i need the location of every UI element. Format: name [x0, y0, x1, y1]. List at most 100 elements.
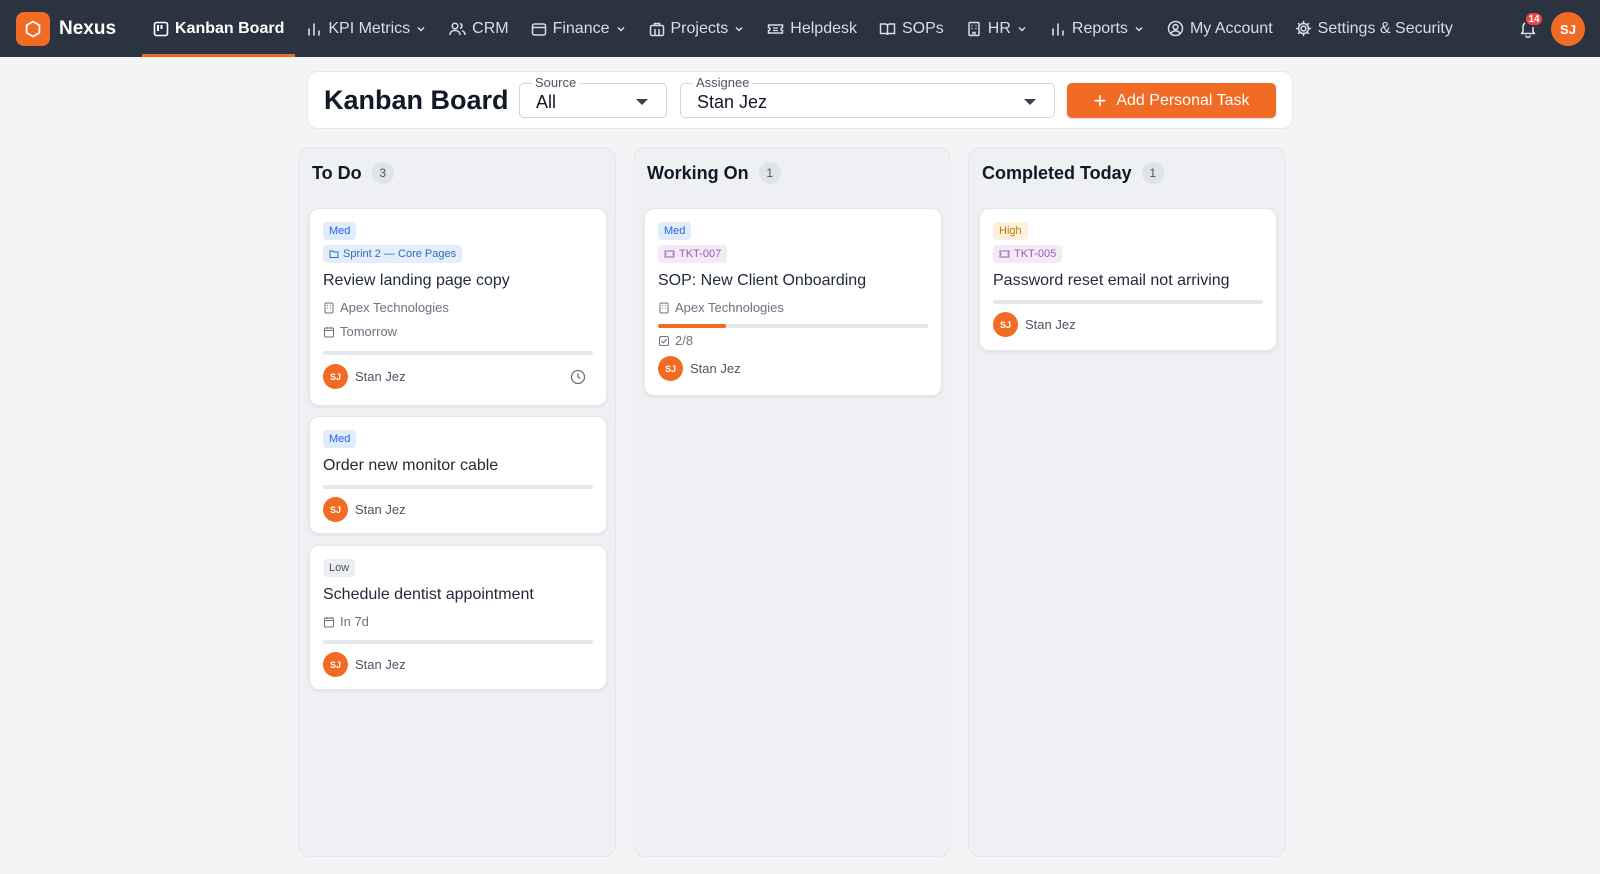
column-to-do: To Do 3 Med Sprint 2 — Core Pages Review…: [298, 147, 616, 857]
top-nav: Nexus Kanban Board KPI Metrics CRM Finan…: [0, 0, 1600, 57]
task-title: Password reset email not arriving: [993, 272, 1230, 289]
priority-badge: Med: [323, 222, 357, 240]
task-card[interactable]: Low Schedule dentist appointment In 7d S…: [309, 545, 607, 690]
column-title: Completed Today: [982, 162, 1132, 183]
task-checklist: 2/8: [658, 333, 693, 348]
wallet-icon: [531, 22, 546, 36]
add-personal-task-label: Add Personal Task: [1116, 91, 1250, 109]
column-title: Working On: [647, 162, 749, 183]
chevron-down-icon: [417, 26, 425, 32]
caret-down-icon: [636, 99, 648, 105]
sprint-tag-label: Sprint 2 — Core Pages: [343, 248, 457, 260]
ticket-icon: [664, 250, 675, 258]
app-logo[interactable]: Nexus: [16, 11, 142, 46]
progress-bar: [323, 351, 593, 355]
board-header: Kanban Board Source All Assignee Stan Je…: [307, 71, 1293, 129]
ticket-tag: TKT-005: [993, 245, 1063, 263]
bar-chart-icon: [1052, 22, 1064, 36]
ticket-icon: [999, 250, 1010, 258]
column-header: Completed Today 1: [982, 162, 1164, 184]
source-select-value: All: [536, 92, 557, 112]
add-personal-task-button[interactable]: + Add Personal Task: [1067, 83, 1276, 118]
nav-item-hr[interactable]: HR: [955, 0, 1039, 57]
building-icon: [659, 302, 669, 313]
plus-icon: +: [1093, 87, 1107, 113]
column-header: Working On 1: [647, 162, 781, 184]
nav-item-label: HR: [987, 19, 1011, 37]
task-assignee: SJ Stan Jez: [993, 312, 1076, 337]
nav-item-finance[interactable]: Finance: [520, 0, 638, 57]
assignee-avatar: SJ: [658, 356, 683, 381]
ticket-tag-label: TKT-005: [1014, 248, 1057, 260]
app-name: Nexus: [59, 17, 117, 39]
progress-bar: [993, 300, 1263, 304]
assignee-select-value: Stan Jez: [697, 92, 768, 112]
ticket-icon: [768, 23, 784, 34]
nav-item-my-account[interactable]: My Account: [1156, 0, 1284, 57]
task-assignee: SJ Stan Jez: [323, 364, 406, 389]
assignee-name: Stan Jez: [355, 369, 406, 384]
column-completed-today: Completed Today 1 High TKT-005 Password …: [968, 147, 1286, 857]
task-due-date: In 7d: [323, 614, 369, 629]
user-avatar[interactable]: SJ: [1551, 12, 1585, 46]
priority-badge: Med: [658, 222, 692, 240]
nav-item-label: KPI Metrics: [328, 19, 411, 37]
assignee-name: Stan Jez: [355, 502, 406, 517]
clock-icon[interactable]: [570, 369, 586, 385]
nav-item-label: My Account: [1189, 19, 1273, 37]
task-title: Schedule dentist appointment: [323, 586, 534, 603]
task-due-label: In 7d: [340, 614, 369, 629]
chevron-down-icon: [616, 26, 625, 32]
briefcase-icon: [649, 22, 664, 36]
task-title: SOP: New Client Onboarding: [658, 272, 867, 289]
building-icon: [324, 302, 334, 313]
nav-item-label: Kanban Board: [175, 19, 285, 37]
column-working-on: Working On 1 Med TKT-007 SOP: New Client…: [633, 147, 951, 857]
priority-badge: Med: [323, 430, 357, 448]
ticket-tag: TKT-007: [658, 245, 728, 263]
ticket-tag-label: TKT-007: [679, 248, 722, 260]
column-title: To Do: [312, 162, 362, 183]
task-card[interactable]: Med Order new monitor cable SJ Stan Jez: [309, 416, 607, 534]
nav-item-kanban-board[interactable]: Kanban Board: [142, 0, 296, 57]
gear-icon: [1295, 20, 1311, 37]
task-due-date: Tomorrow: [323, 324, 397, 339]
progress-bar: [323, 485, 593, 489]
assignee-name: Stan Jez: [690, 361, 741, 376]
assignee-select[interactable]: Assignee Stan Jez: [680, 75, 1055, 118]
assignee-avatar: SJ: [323, 497, 348, 522]
calendar-icon: [324, 616, 334, 627]
nav-item-settings-security[interactable]: Settings & Security: [1284, 0, 1464, 57]
task-card[interactable]: High TKT-005 Password reset email not ar…: [979, 208, 1277, 351]
nav-item-reports[interactable]: Reports: [1039, 0, 1156, 57]
source-select-label: Source: [532, 75, 580, 90]
chevron-down-icon: [1018, 26, 1026, 32]
folder-icon: [329, 250, 339, 258]
task-client-label: Apex Technologies: [340, 300, 449, 315]
task-due-label: Tomorrow: [340, 324, 398, 339]
source-select[interactable]: Source All: [519, 75, 667, 118]
task-assignee: SJ Stan Jez: [323, 497, 406, 522]
kanban-icon: [153, 21, 169, 36]
checklist-icon: [659, 335, 669, 346]
column-count-badge: 3: [371, 162, 394, 184]
nav-item-sops[interactable]: SOPs: [868, 0, 955, 57]
task-card[interactable]: Med TKT-007 SOP: New Client Onboarding A…: [644, 208, 942, 396]
notification-count-badge: 14: [1524, 11, 1544, 27]
building-icon: [968, 21, 980, 36]
task-assignee: SJ Stan Jez: [323, 652, 406, 677]
task-client: Apex Technologies: [658, 300, 784, 315]
users-icon: [449, 21, 466, 35]
nav-item-helpdesk[interactable]: Helpdesk: [756, 0, 868, 57]
nav-item-projects[interactable]: Projects: [638, 0, 757, 57]
assignee-avatar: SJ: [323, 364, 348, 389]
nav-item-label: CRM: [472, 19, 509, 37]
hexagon-logo-icon: [16, 11, 50, 46]
task-card[interactable]: Med Sprint 2 — Core Pages Review landing…: [309, 208, 607, 406]
nav-item-kpi-metrics[interactable]: KPI Metrics: [295, 0, 438, 57]
nav-item-crm[interactable]: CRM: [438, 0, 519, 57]
nav-item-label: Settings & Security: [1317, 19, 1453, 37]
chevron-down-icon: [1135, 26, 1143, 32]
calendar-icon: [324, 326, 334, 337]
checklist-count: 2/8: [675, 333, 694, 348]
